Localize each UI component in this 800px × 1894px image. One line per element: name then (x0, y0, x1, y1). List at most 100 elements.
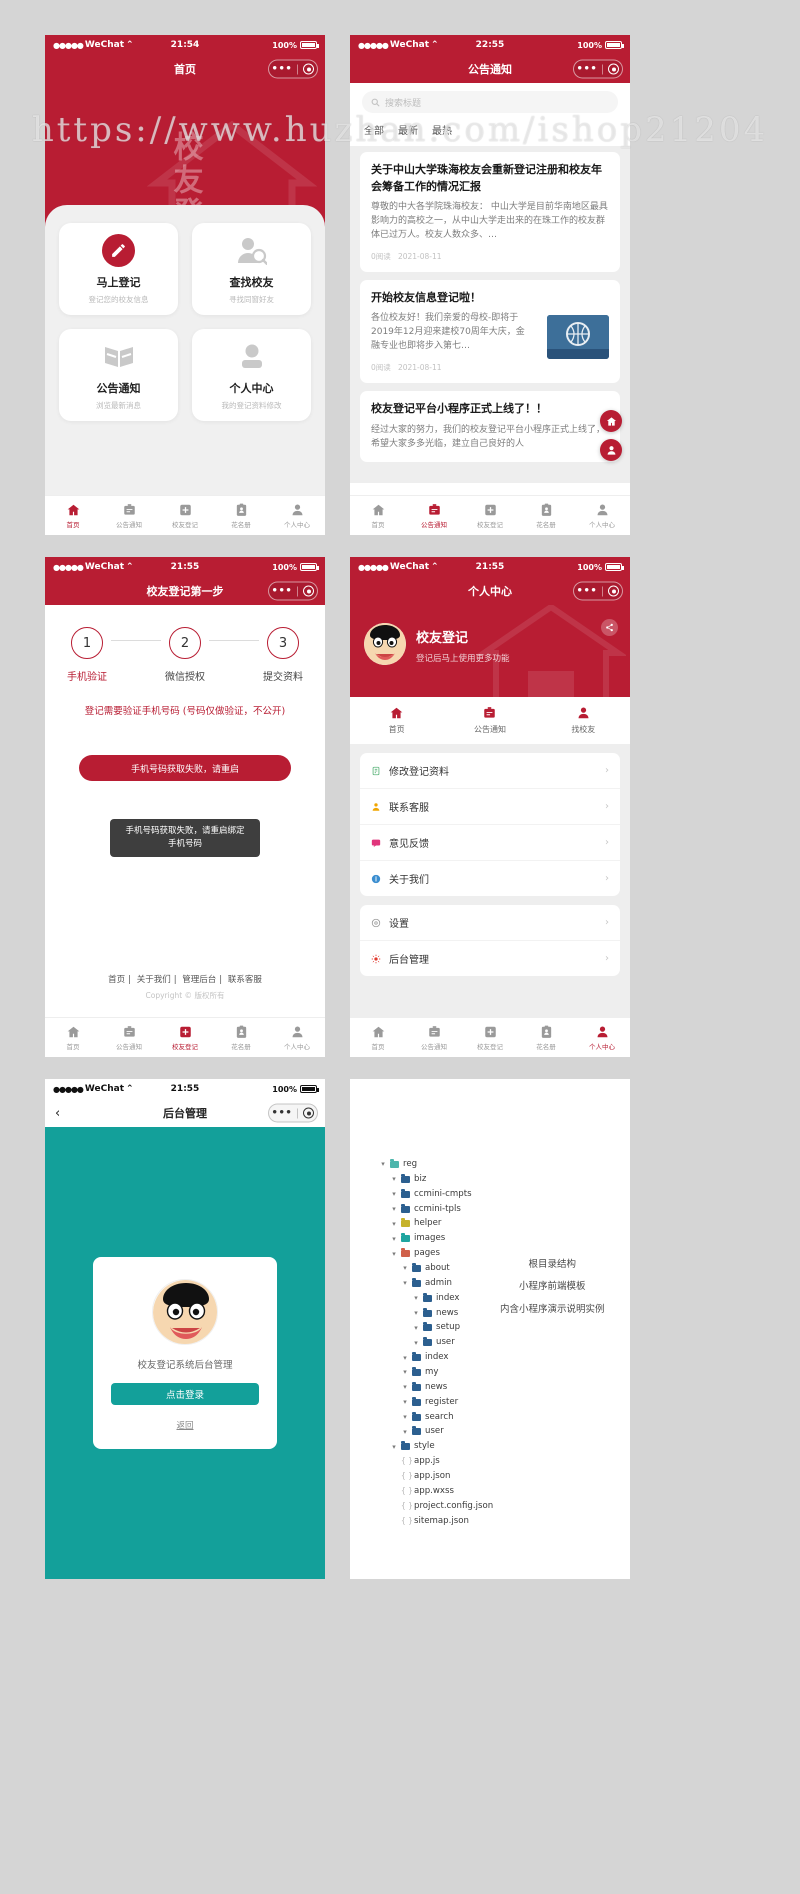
close-target-icon[interactable] (608, 585, 620, 597)
tree-file-node[interactable]: { } project.config.json (380, 1499, 630, 1514)
menu-item-feedback[interactable]: 意见反馈 › (360, 825, 620, 861)
footer-link-home[interactable]: 首页 (108, 975, 125, 985)
caret-icon[interactable]: ▾ (413, 1307, 419, 1319)
footer-link-about[interactable]: 关于我们 (137, 975, 171, 985)
tree-folder-node[interactable]: ▾ helper (380, 1216, 630, 1231)
tab-roster[interactable]: 花名册 (518, 1025, 574, 1051)
caret-icon[interactable]: ▾ (402, 1366, 408, 1378)
tree-file-node[interactable]: { } app.json (380, 1469, 630, 1484)
news-item[interactable]: 校友登记平台小程序正式上线了！！ 经过大家的努力，我们的校友登记平台小程序正式上… (360, 391, 620, 462)
tab-profile[interactable]: 个人中心 (269, 1025, 325, 1051)
tab-home[interactable]: 首页 (45, 503, 101, 529)
close-target-icon[interactable] (303, 63, 315, 75)
tab-home[interactable]: 首页 (350, 1025, 406, 1051)
fab-home[interactable] (600, 410, 622, 432)
caret-icon[interactable]: ▾ (391, 1173, 397, 1185)
footer-link-admin[interactable]: 管理后台 (182, 975, 216, 985)
card-notice[interactable]: 公告通知 浏览最新消息 (59, 329, 178, 421)
tab-profile[interactable]: 个人中心 (269, 503, 325, 529)
tree-file-node[interactable]: { } app.wxss (380, 1484, 630, 1499)
tree-file-node[interactable]: { } app.js (380, 1454, 630, 1469)
filter-newest[interactable]: 最新 (398, 122, 418, 137)
caret-icon[interactable]: ▾ (391, 1248, 397, 1260)
menu-item-admin[interactable]: 后台管理 › (360, 941, 620, 976)
footer-link-service[interactable]: 联系客服 (228, 975, 262, 985)
search-input[interactable]: 搜索标题 (362, 91, 618, 113)
card-profile[interactable]: 个人中心 我的登记资料修改 (192, 329, 311, 421)
tree-folder-node[interactable]: ▾ style (380, 1439, 630, 1454)
caret-icon[interactable]: ▾ (413, 1322, 419, 1334)
close-target-icon[interactable] (303, 1107, 315, 1119)
back-link[interactable]: 返回 (111, 1419, 259, 1431)
menu-item-contact-service[interactable]: 联系客服 › (360, 789, 620, 825)
back-button[interactable]: ‹ (55, 1106, 60, 1121)
tab-notice[interactable]: 公告通知 (406, 503, 462, 529)
wechat-capsule-menu[interactable]: ••• (573, 59, 623, 79)
close-target-icon[interactable] (303, 585, 315, 597)
menu-item-edit-profile[interactable]: 修改登记资料 › (360, 753, 620, 789)
avatar[interactable] (364, 623, 406, 665)
caret-icon[interactable]: ▾ (380, 1158, 386, 1170)
get-phone-button[interactable]: 手机号码获取失败，请重启 (79, 755, 291, 781)
tab-register[interactable]: 校友登记 (462, 1025, 518, 1051)
wechat-capsule-menu[interactable]: ••• (268, 1103, 318, 1123)
tree-folder-node[interactable]: ▾ search (380, 1410, 630, 1425)
caret-icon[interactable]: ▾ (402, 1262, 408, 1274)
card-find-alumni[interactable]: 查找校友 寻找同窗好友 (192, 223, 311, 315)
tree-folder-node[interactable]: ▾ images (380, 1231, 630, 1246)
tree-folder-node[interactable]: ▾ user (380, 1335, 630, 1350)
caret-icon[interactable]: ▾ (402, 1352, 408, 1364)
filter-hottest[interactable]: 最热 (432, 122, 452, 137)
caret-icon[interactable]: ▾ (402, 1277, 408, 1289)
tab-roster[interactable]: 花名册 (518, 503, 574, 529)
step-submit-info[interactable]: 3 提交资料 (263, 627, 303, 683)
tab-profile[interactable]: 个人中心 (574, 1025, 630, 1051)
tree-folder-node[interactable]: ▾ index (380, 1350, 630, 1365)
caret-icon[interactable]: ▾ (391, 1203, 397, 1215)
caret-icon[interactable]: ▾ (402, 1381, 408, 1393)
wechat-capsule-menu[interactable]: ••• (573, 581, 623, 601)
tree-folder-node[interactable]: ▾ reg (380, 1157, 630, 1172)
news-list[interactable]: 关于中山大学珠海校友会重新登记注册和校友年会筹备工作的情况汇报 尊敬的中大各学院… (350, 146, 630, 483)
news-item[interactable]: 开始校友信息登记啦！ 各位校友好！我们亲爱的母校-即将于2019年12月迎来建校… (360, 279, 620, 384)
quick-notice[interactable]: 公告通知 (443, 706, 536, 735)
caret-icon[interactable]: ▾ (391, 1188, 397, 1200)
tree-folder-node[interactable]: ▾ biz (380, 1172, 630, 1187)
tree-folder-node[interactable]: ▾ register (380, 1395, 630, 1410)
share-icon[interactable] (601, 619, 618, 636)
tree-folder-node[interactable]: ▾ setup (380, 1320, 630, 1335)
tab-notice[interactable]: 公告通知 (406, 1025, 462, 1051)
tab-notice[interactable]: 公告通知 (101, 503, 157, 529)
fab-profile[interactable] (600, 439, 622, 461)
caret-icon[interactable]: ▾ (402, 1426, 408, 1438)
tree-folder-node[interactable]: ▾ ccmini-cmpts (380, 1187, 630, 1202)
menu-item-about[interactable]: 关于我们 › (360, 861, 620, 896)
step-phone-verify[interactable]: 1 手机验证 (67, 627, 107, 683)
filter-all[interactable]: 全部 (364, 122, 384, 137)
caret-icon[interactable]: ▾ (391, 1441, 397, 1453)
tree-folder-node[interactable]: ▾ ccmini-tpls (380, 1202, 630, 1217)
tab-roster[interactable]: 花名册 (213, 503, 269, 529)
tab-home[interactable]: 首页 (350, 503, 406, 529)
tree-folder-node[interactable]: ▾ user (380, 1424, 630, 1439)
tab-register[interactable]: 校友登记 (157, 503, 213, 529)
card-register[interactable]: 马上登记 登记您的校友信息 (59, 223, 178, 315)
wechat-capsule-menu[interactable]: ••• (268, 581, 318, 601)
caret-icon[interactable]: ▾ (391, 1218, 397, 1230)
menu-item-settings[interactable]: 设置 › (360, 905, 620, 941)
tab-notice[interactable]: 公告通知 (101, 1025, 157, 1051)
tab-register[interactable]: 校友登记 (462, 503, 518, 529)
login-button[interactable]: 点击登录 (111, 1383, 259, 1405)
caret-icon[interactable]: ▾ (413, 1292, 419, 1304)
wechat-capsule-menu[interactable]: ••• (268, 59, 318, 79)
tab-register[interactable]: 校友登记 (157, 1025, 213, 1051)
caret-icon[interactable]: ▾ (402, 1396, 408, 1408)
step-wechat-auth[interactable]: 2 微信授权 (165, 627, 205, 683)
quick-find[interactable]: 找校友 (537, 706, 630, 735)
tab-roster[interactable]: 花名册 (213, 1025, 269, 1051)
tree-folder-node[interactable]: ▾ my (380, 1365, 630, 1380)
tree-folder-node[interactable]: ▾ news (380, 1380, 630, 1395)
quick-home[interactable]: 首页 (350, 706, 443, 735)
caret-icon[interactable]: ▾ (391, 1233, 397, 1245)
caret-icon[interactable]: ▾ (413, 1337, 419, 1349)
